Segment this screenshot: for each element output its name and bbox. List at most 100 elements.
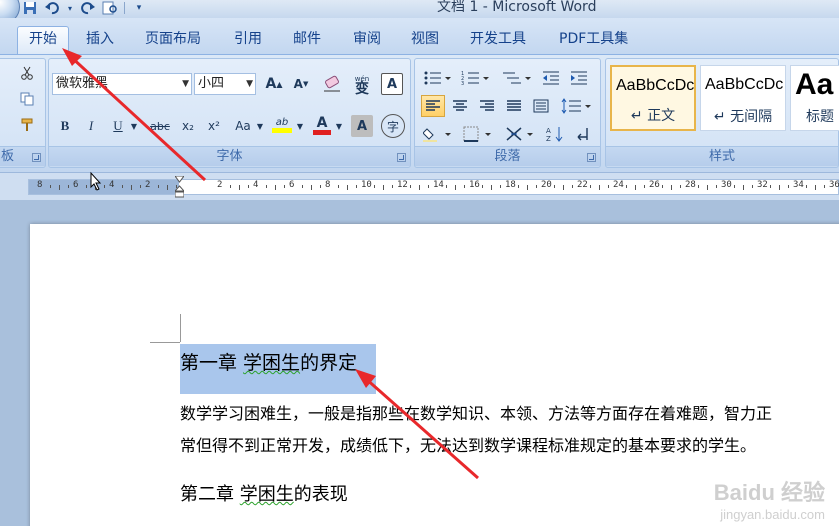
- ribbon: 板 微软雅黑 ▼ 小四 ▼ A ▲ A ▼ wén 变 A B I U ▼ abc: [0, 54, 839, 172]
- align-center-button[interactable]: [448, 95, 472, 117]
- ruler-tick: [68, 185, 69, 188]
- tab-view[interactable]: 视图: [411, 28, 439, 54]
- paragraph-line-2[interactable]: 常但得不到正常开发，成绩低下，无法达到数学课程标准规定的基本要求的学生。: [180, 432, 756, 456]
- align-right-button[interactable]: [475, 95, 499, 117]
- ruler-tick-label: 24: [613, 180, 624, 190]
- line-spacing-button[interactable]: [559, 95, 595, 117]
- numbering-icon: 123: [461, 71, 489, 86]
- decrease-indent-button[interactable]: [539, 67, 563, 89]
- ruler-tick: [482, 185, 483, 188]
- bold-button[interactable]: B: [55, 115, 75, 137]
- numbering-button[interactable]: 123: [459, 67, 493, 89]
- justify-button[interactable]: [502, 95, 526, 117]
- ruler-tick: [707, 185, 708, 190]
- ruler-tick: [680, 185, 681, 188]
- heading-1[interactable]: 第一章 学困生的界定: [180, 348, 357, 375]
- ruler-tick: [338, 185, 339, 188]
- tab-insert[interactable]: 插入: [86, 28, 114, 54]
- tab-developer[interactable]: 开发工具: [470, 28, 526, 54]
- ruler-tick-label: 4: [109, 180, 115, 190]
- change-case-button[interactable]: Aa: [231, 115, 255, 137]
- heading-2[interactable]: 第二章 学困生的表现: [180, 480, 348, 506]
- tab-mailings[interactable]: 邮件: [293, 28, 321, 54]
- bullets-button[interactable]: [421, 67, 455, 89]
- font-color-button[interactable]: A: [311, 113, 333, 137]
- borders-button[interactable]: [461, 123, 497, 145]
- clipboard-group: 板: [0, 58, 46, 168]
- subscript-button[interactable]: x₂: [177, 115, 199, 137]
- undo-dropdown-icon[interactable]: ▾: [66, 1, 74, 15]
- increase-indent-button[interactable]: [567, 67, 591, 89]
- enclose-characters-button[interactable]: 字: [381, 114, 405, 138]
- tab-references[interactable]: 引用: [234, 28, 262, 54]
- ruler-tick: [455, 185, 456, 190]
- character-border-button[interactable]: A: [381, 73, 403, 95]
- strikethrough-button[interactable]: abc: [147, 115, 173, 137]
- show-hide-marks-button[interactable]: [571, 123, 595, 145]
- superscript-button[interactable]: x²: [203, 115, 225, 137]
- style-no-spacing[interactable]: AaBbCcDc ↵ 无间隔: [700, 65, 786, 131]
- ruler-tick: [500, 185, 501, 188]
- horizontal-ruler[interactable]: 8 6 4 2 2 4 6 8 10 12 14 16 18 20 22 24 26 28 30 32 34 36: [28, 176, 839, 198]
- shrink-font-label: A: [293, 77, 303, 91]
- align-left-button[interactable]: [421, 95, 445, 117]
- multilevel-list-button[interactable]: [499, 67, 535, 89]
- ruler-tick-label: 8: [37, 180, 43, 190]
- style-normal-name: ↵ 正文: [630, 108, 676, 124]
- ruler-tick: [464, 185, 465, 188]
- highlight-button[interactable]: ab: [269, 113, 295, 137]
- tab-review[interactable]: 审阅: [353, 28, 381, 54]
- ruler-tick-label: 8: [325, 180, 331, 190]
- change-case-dropdown-icon[interactable]: ▼: [255, 115, 265, 137]
- paragraph-launcher-icon[interactable]: [587, 153, 596, 162]
- grow-arrow-icon: ▲: [276, 79, 283, 89]
- ruler-tick-label: 14: [433, 180, 444, 190]
- copy-icon[interactable]: [17, 89, 37, 109]
- format-painter-icon[interactable]: [17, 115, 37, 135]
- clipboard-launcher-icon[interactable]: [32, 153, 41, 162]
- tab-pdf-tools[interactable]: PDF工具集: [559, 28, 628, 54]
- style-heading[interactable]: Aa 标题: [790, 65, 839, 131]
- margin-corner-mark: [180, 314, 181, 342]
- clear-formatting-button[interactable]: [319, 73, 345, 95]
- qat-separator: [124, 2, 125, 14]
- underline-button[interactable]: U: [107, 115, 129, 137]
- cut-icon[interactable]: [17, 63, 37, 83]
- tab-home[interactable]: 开始: [17, 26, 69, 54]
- ruler-tick-label: 4: [253, 180, 259, 190]
- style-normal[interactable]: AaBbCcDc ↵ 正文: [610, 65, 696, 131]
- ruler-tick: [275, 185, 276, 190]
- heading-2-suffix: 的表现: [293, 484, 348, 505]
- ruler-tick: [410, 185, 411, 188]
- font-launcher-icon[interactable]: [397, 153, 406, 162]
- underline-dropdown-icon[interactable]: ▼: [129, 115, 139, 137]
- paragraph-line-1[interactable]: 数学学习困难生，一般是指那些在数学知识、本领、方法等方面存在着难题，智力正: [180, 400, 772, 424]
- tab-page-layout[interactable]: 页面布局: [145, 28, 201, 54]
- sort-button[interactable]: AZ: [543, 123, 567, 145]
- redo-icon[interactable]: [80, 1, 96, 15]
- font-color-dropdown-icon[interactable]: ▼: [334, 115, 344, 137]
- undo-icon[interactable]: [44, 1, 60, 15]
- shrink-font-button[interactable]: A ▼: [289, 73, 313, 95]
- font-size-combo[interactable]: 小四 ▼: [194, 73, 256, 95]
- font-name-combo[interactable]: 微软雅黑 ▼: [52, 73, 192, 95]
- phonetic-guide-button[interactable]: wén 变: [349, 72, 375, 96]
- styles-group-label: 样式: [606, 146, 838, 166]
- grow-font-button[interactable]: A ▲: [262, 73, 286, 95]
- highlight-dropdown-icon[interactable]: ▼: [295, 115, 305, 137]
- ruler-tick-label: 16: [469, 180, 480, 190]
- save-icon[interactable]: [22, 1, 38, 15]
- svg-text:A: A: [546, 127, 551, 135]
- character-shading-button[interactable]: A: [351, 115, 373, 137]
- ruler-tick: [671, 185, 672, 190]
- customize-qat-icon[interactable]: ▾: [131, 1, 147, 15]
- italic-button[interactable]: I: [81, 115, 101, 137]
- chinese-layout-button[interactable]: [503, 123, 539, 145]
- print-preview-icon[interactable]: [102, 1, 118, 15]
- ruler-tick: [392, 185, 393, 188]
- distributed-icon: [533, 99, 549, 113]
- ruler-tick-label: 36: [829, 180, 839, 190]
- distributed-button[interactable]: [529, 95, 553, 117]
- shading-button[interactable]: [421, 123, 457, 145]
- align-left-icon: [426, 100, 440, 111]
